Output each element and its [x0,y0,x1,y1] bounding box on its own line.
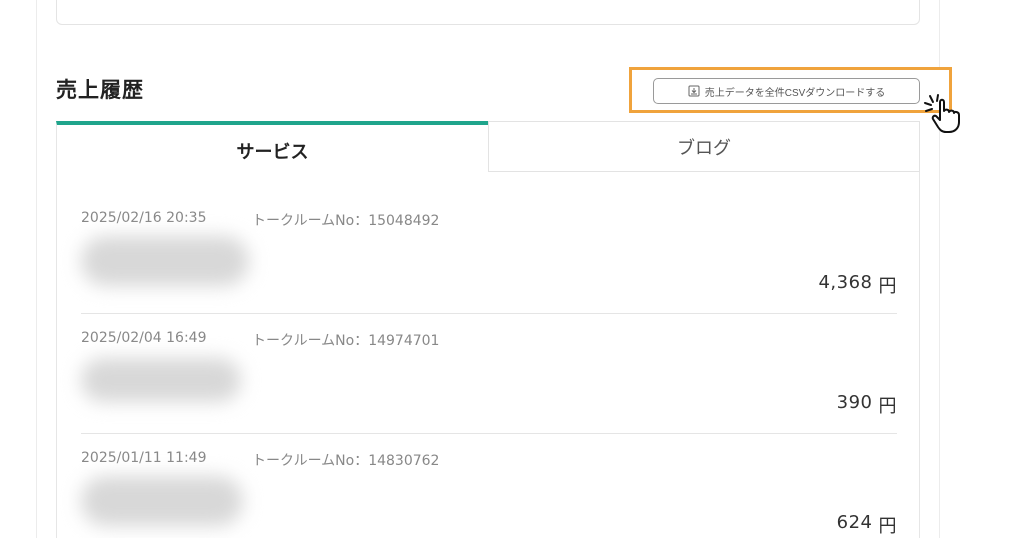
transaction-row[interactable]: 2025/01/11 11:49 トークルームNo：14830762 624 円 [81,412,897,537]
tab-bar: サービス ブログ [56,121,920,172]
blurred-buyer-name [81,358,241,402]
transaction-room: トークルームNo：14830762 [252,453,440,469]
transaction-date: 2025/01/11 11:49 [81,450,207,466]
amount-currency: 円 [878,516,897,537]
transaction-list: 2025/02/16 20:35 トークルームNo：15048492 4,368… [56,172,920,538]
transaction-date: 2025/02/04 16:49 [81,330,207,346]
transaction-row[interactable]: 2025/02/16 20:35 トークルームNo：15048492 4,368… [81,172,897,314]
blurred-buyer-name [81,476,243,526]
tab-service[interactable]: サービス [56,121,488,172]
previous-card [56,0,920,25]
csv-download-label: 売上データを全件CSVダウンロードする [704,87,886,99]
transaction-date: 2025/02/16 20:35 [81,210,207,226]
transaction-row[interactable]: 2025/02/04 16:49 トークルームNo：14974701 390 円 [81,292,897,434]
blurred-buyer-name [81,236,249,286]
sales-history-title: 売上履歴 [56,78,144,102]
amount-value: 624 [836,512,873,533]
tab-blog[interactable]: ブログ [488,121,920,172]
transaction-room: トークルームNo：14974701 [252,333,440,349]
transaction-amount: 624 円 [837,512,897,538]
download-icon [688,85,700,97]
transaction-room: トークルームNo：15048492 [252,213,440,229]
csv-download-button[interactable]: 売上データを全件CSVダウンロードする [653,78,920,104]
hand-pointer-icon [924,94,960,133]
